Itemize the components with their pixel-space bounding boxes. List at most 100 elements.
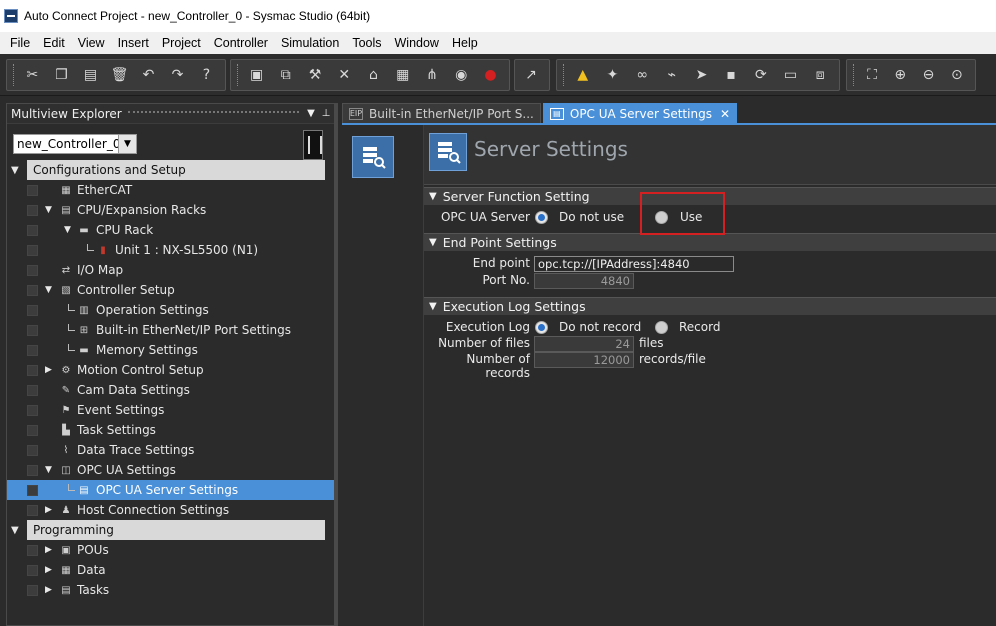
chevron-down-icon[interactable]: ▼ [118,135,136,153]
collapse-icon[interactable]: ▼ [429,301,437,312]
collapse-icon[interactable]: ▼ [429,237,437,248]
toolbar-grip[interactable] [563,64,566,86]
collapse-icon[interactable]: ▼ [11,525,19,536]
warning-icon[interactable]: ▲ [572,64,594,86]
stack-icon[interactable]: ▪ [720,64,742,86]
menu-simulation[interactable]: Simulation [275,36,345,50]
wrench-icon[interactable]: ✦ [602,64,624,86]
diagram-icon[interactable]: ⋔ [421,64,442,86]
sync-icon[interactable] [303,130,323,160]
group-endpoint[interactable]: ▼ End Point Settings [424,233,996,251]
cut-icon[interactable]: ✂ [22,64,43,86]
section-programming[interactable]: ▼ Programming [11,520,325,540]
fit-icon[interactable]: ⛶ [862,64,882,86]
unlink-icon[interactable]: ⌁ [661,64,683,86]
compare-icon[interactable]: ⧈ [809,64,831,86]
collapse-icon[interactable]: ▼ [429,191,437,202]
checkbox[interactable] [27,324,38,336]
menu-tools[interactable]: Tools [346,36,387,50]
menu-project[interactable]: Project [156,36,207,50]
server-settings-category-icon[interactable] [352,136,394,178]
radio-record-label[interactable]: Record [679,320,720,334]
expand-icon[interactable]: ▶ [45,585,52,595]
monitor-icon[interactable]: ▭ [780,64,802,86]
toolbar-grip[interactable] [853,64,856,86]
expand-icon[interactable]: ▶ [45,505,52,515]
section-configurations[interactable]: ▼ Configurations and Setup [11,160,325,180]
checkbox[interactable] [27,244,38,256]
zoom-out-icon[interactable]: ⊖ [918,64,938,86]
radio-do-not-use[interactable] [535,211,548,224]
expand-icon[interactable]: ▶ [45,565,52,575]
checkbox[interactable] [27,364,38,376]
checkbox[interactable] [27,284,38,296]
checkbox[interactable] [27,404,38,416]
network-icon[interactable]: ⌂ [363,64,384,86]
tree-item-pous[interactable]: ▶ ▣ POUs [7,540,335,560]
checkbox[interactable] [27,504,38,516]
menu-insert[interactable]: Insert [112,36,155,50]
tree-item-data[interactable]: ▶ ▦ Data [7,560,335,580]
checkbox[interactable] [27,464,38,476]
tab-ethernet-ip-port[interactable]: EIP Built-in EtherNet/IP Port S... [342,103,541,123]
tree-item-cpu-rack[interactable]: ▼ ▬ CPU Rack [7,220,335,240]
tree-item-data-trace[interactable]: ⌇ Data Trace Settings [7,440,335,460]
tab-opc-ua-server-settings[interactable]: ▤ OPC UA Server Settings ✕ [542,103,738,123]
online-icon[interactable]: ↗ [521,64,541,86]
menu-view[interactable]: View [72,36,111,50]
collapse-icon[interactable]: ▼ [45,285,52,295]
menu-edit[interactable]: Edit [37,36,71,50]
dropdown-icon[interactable]: ▼ [305,108,317,119]
radio-do-not-use-label[interactable]: Do not use [559,210,624,224]
checkbox[interactable] [27,564,38,576]
tree-item-tasks[interactable]: ▶ ▤ Tasks [7,580,335,600]
radio-record[interactable] [655,321,668,334]
group-execution-log[interactable]: ▼ Execution Log Settings [424,297,996,315]
tree-item-controller-setup[interactable]: ▼ ▧ Controller Setup [7,280,335,300]
expand-icon[interactable]: ▶ [45,545,52,555]
error-icon[interactable]: ● [480,64,501,86]
endpoint-field[interactable]: opc.tcp://[IPAddress]:4840 [534,256,734,272]
tree-item-operation-settings[interactable]: ▥ Operation Settings [7,300,335,320]
hammer-icon[interactable]: ⚒ [304,64,325,86]
window-icon[interactable]: ⧉ [275,64,296,86]
controller-select[interactable]: new_Controller_0 ▼ [13,134,137,154]
explorer-drag-handle[interactable] [127,110,299,117]
link-icon[interactable]: ∞ [631,64,653,86]
checkbox[interactable] [27,264,38,276]
copy-icon[interactable]: ❐ [51,64,72,86]
tree-item-opc-ua-settings[interactable]: ▼ ◫ OPC UA Settings [7,460,335,480]
explorer-splitter[interactable] [334,103,338,626]
checkbox[interactable] [27,424,38,436]
checkbox[interactable] [27,384,38,396]
menu-file[interactable]: File [4,36,36,50]
help-icon[interactable]: ? [196,64,217,86]
undo-icon[interactable]: ↶ [138,64,159,86]
radio-do-not-record[interactable] [535,321,548,334]
cross-ref-icon[interactable]: ✕ [334,64,355,86]
tree-item-memory-settings[interactable]: ▬ Memory Settings [7,340,335,360]
paste-icon[interactable]: ▤ [80,64,101,86]
table-icon[interactable]: ▦ [392,64,413,86]
tree-item-event-settings[interactable]: ⚑ Event Settings [7,400,335,420]
collapse-icon[interactable]: ▼ [64,225,71,235]
tree-item-io-map[interactable]: ⇄ I/O Map [7,260,335,280]
transfer-icon[interactable]: ➤ [691,64,713,86]
tree-item-unit1[interactable]: ▮ Unit 1 : NX-SL5500 (N1) [7,240,335,260]
collapse-icon[interactable]: ▼ [11,165,19,176]
tree-item-ethernet-ip[interactable]: ⊞ Built-in EtherNet/IP Port Settings [7,320,335,340]
tree-item-task-settings[interactable]: ▙ Task Settings [7,420,335,440]
menu-controller[interactable]: Controller [208,36,274,50]
pin-icon[interactable]: ⊥ [320,108,332,119]
expand-icon[interactable]: ▶ [45,365,52,375]
checkbox[interactable] [27,444,38,456]
collapse-icon[interactable]: ▼ [45,465,52,475]
3d-icon[interactable]: ▣ [246,64,267,86]
checkbox[interactable] [27,544,38,556]
tree-item-cam-data[interactable]: ✎ Cam Data Settings [7,380,335,400]
tree-item-ethercat[interactable]: ▦ EtherCAT [7,180,335,200]
checkbox[interactable] [27,224,38,236]
toolbar-grip[interactable] [13,64,16,86]
redo-icon[interactable]: ↷ [167,64,188,86]
checkbox[interactable] [27,344,38,356]
